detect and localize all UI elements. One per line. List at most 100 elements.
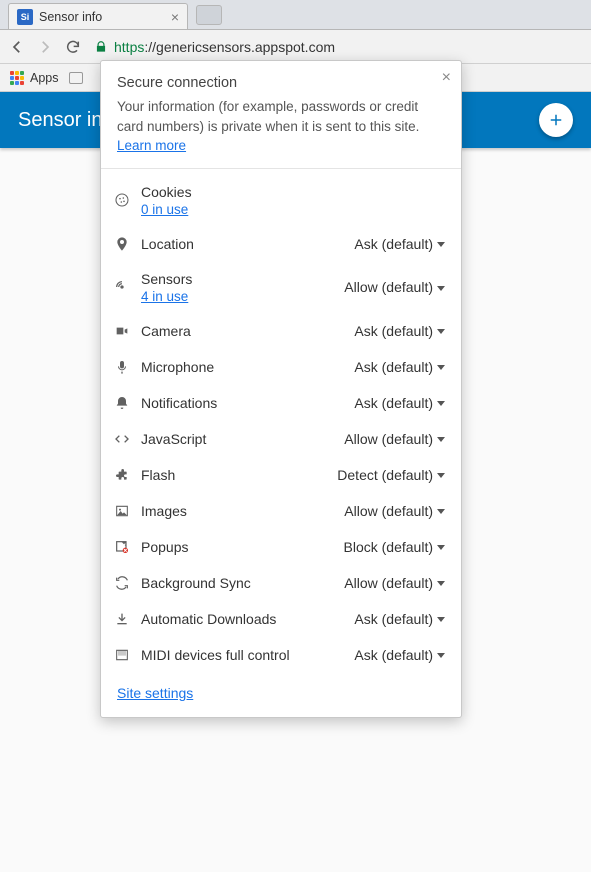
download-icon	[113, 610, 131, 628]
permission-dropdown[interactable]: Ask (default)	[354, 395, 445, 411]
permission-value-text: Allow (default)	[344, 575, 433, 591]
apps-label: Apps	[30, 71, 59, 85]
permission-row-midi: MIDI devices full control Ask (default)	[101, 637, 461, 673]
permission-main: Location	[141, 236, 344, 252]
permission-value-text: Allow (default)	[344, 431, 433, 447]
permission-value-text: Allow (default)	[344, 503, 433, 519]
add-button[interactable]	[539, 103, 573, 137]
permission-label: Cookies	[141, 184, 445, 200]
chevron-down-icon	[437, 329, 445, 334]
permission-dropdown[interactable]: Ask (default)	[354, 323, 445, 339]
image-icon	[113, 502, 131, 520]
permission-dropdown[interactable]: Allow (default)	[344, 279, 445, 295]
permission-dropdown[interactable]: Ask (default)	[354, 359, 445, 375]
favicon: Si	[17, 9, 33, 25]
permission-label: Camera	[141, 323, 344, 339]
url-text: https://genericsensors.appspot.com	[114, 39, 335, 55]
chevron-down-icon	[437, 509, 445, 514]
apps-icon	[10, 71, 24, 85]
permission-label: Sensors	[141, 271, 334, 287]
permission-row-code: JavaScript Allow (default)	[101, 421, 461, 457]
permission-main: Cookies 0 in use	[141, 184, 445, 217]
permission-label: MIDI devices full control	[141, 647, 344, 663]
permission-row-camera: Camera Ask (default)	[101, 313, 461, 349]
permission-main: Background Sync	[141, 575, 334, 591]
close-icon[interactable]: ×	[171, 9, 179, 25]
permissions-list: Cookies 0 in use Location Ask (default) Sens…	[101, 169, 461, 675]
browser-tab[interactable]: Si Sensor info ×	[8, 3, 188, 29]
sync-icon	[113, 574, 131, 592]
permission-main: Images	[141, 503, 334, 519]
permission-row-sync: Background Sync Allow (default)	[101, 565, 461, 601]
close-icon[interactable]: ×	[442, 69, 451, 87]
chevron-down-icon	[437, 617, 445, 622]
bookmark-folder-icon[interactable]	[69, 72, 83, 84]
permission-dropdown[interactable]: Ask (default)	[354, 611, 445, 627]
forward-button[interactable]	[36, 38, 54, 56]
permission-label: Background Sync	[141, 575, 334, 591]
permission-value-text: Ask (default)	[354, 236, 433, 252]
permission-label: Automatic Downloads	[141, 611, 344, 627]
permission-main: MIDI devices full control	[141, 647, 344, 663]
permission-value-text: Allow (default)	[344, 279, 433, 295]
site-settings-link[interactable]: Site settings	[117, 685, 193, 701]
permission-value-text: Ask (default)	[354, 359, 433, 375]
popover-header: × Secure connection Your information (fo…	[101, 61, 461, 169]
permission-dropdown[interactable]: Allow (default)	[344, 431, 445, 447]
permission-value-text: Ask (default)	[354, 395, 433, 411]
permission-sublink[interactable]: 4 in use	[141, 289, 334, 304]
back-button[interactable]	[8, 38, 26, 56]
permission-row-download: Automatic Downloads Ask (default)	[101, 601, 461, 637]
permission-value-text: Detect (default)	[337, 467, 433, 483]
permission-label: JavaScript	[141, 431, 334, 447]
permission-label: Images	[141, 503, 334, 519]
permission-value-text: Block (default)	[344, 539, 433, 555]
apps-shortcut[interactable]: Apps	[10, 71, 59, 85]
site-info-popover: × Secure connection Your information (fo…	[100, 60, 462, 718]
chevron-down-icon	[437, 401, 445, 406]
bell-icon	[113, 394, 131, 412]
url-scheme: https	[114, 39, 144, 55]
chevron-down-icon	[437, 365, 445, 370]
permission-dropdown[interactable]: Block (default)	[344, 539, 445, 555]
permission-dropdown[interactable]: Detect (default)	[337, 467, 445, 483]
permission-sublink[interactable]: 0 in use	[141, 202, 445, 217]
cookie-icon	[113, 191, 131, 209]
permission-row-cookie: Cookies 0 in use	[101, 175, 461, 226]
permission-row-image: Images Allow (default)	[101, 493, 461, 529]
url-rest: ://genericsensors.appspot.com	[144, 39, 335, 55]
chevron-down-icon	[437, 581, 445, 586]
permission-label: Popups	[141, 539, 334, 555]
permission-dropdown[interactable]: Allow (default)	[344, 503, 445, 519]
permission-value-text: Ask (default)	[354, 647, 433, 663]
chevron-down-icon	[437, 286, 445, 291]
permission-value-text: Ask (default)	[354, 323, 433, 339]
chevron-down-icon	[437, 545, 445, 550]
permission-dropdown[interactable]: Allow (default)	[344, 575, 445, 591]
permission-row-mic: Microphone Ask (default)	[101, 349, 461, 385]
permission-dropdown[interactable]: Ask (default)	[354, 236, 445, 252]
chevron-down-icon	[437, 473, 445, 478]
permission-row-location: Location Ask (default)	[101, 226, 461, 262]
chevron-down-icon	[437, 437, 445, 442]
permission-dropdown[interactable]: Ask (default)	[354, 647, 445, 663]
code-icon	[113, 430, 131, 448]
permission-main: Flash	[141, 467, 327, 483]
lock-icon[interactable]	[94, 40, 108, 54]
permission-row-bell: NotificationsAsk (default)	[101, 385, 461, 421]
location-icon	[113, 235, 131, 253]
browser-toolbar: https://genericsensors.appspot.com	[0, 30, 591, 64]
permission-main: Sensors 4 in use	[141, 271, 334, 304]
puzzle-icon	[113, 466, 131, 484]
permission-main: Microphone	[141, 359, 344, 375]
permission-value-text: Ask (default)	[354, 611, 433, 627]
reload-button[interactable]	[64, 38, 82, 56]
new-tab-button[interactable]	[196, 5, 222, 25]
popover-footer: Site settings	[101, 675, 461, 717]
learn-more-link[interactable]: Learn more	[117, 138, 186, 153]
permission-row-popup: Popups Block (default)	[101, 529, 461, 565]
chevron-down-icon	[437, 242, 445, 247]
popover-desc-text: Your information (for example, passwords…	[117, 99, 419, 134]
permission-label: Location	[141, 236, 344, 252]
address-bar[interactable]: https://genericsensors.appspot.com	[92, 34, 583, 60]
